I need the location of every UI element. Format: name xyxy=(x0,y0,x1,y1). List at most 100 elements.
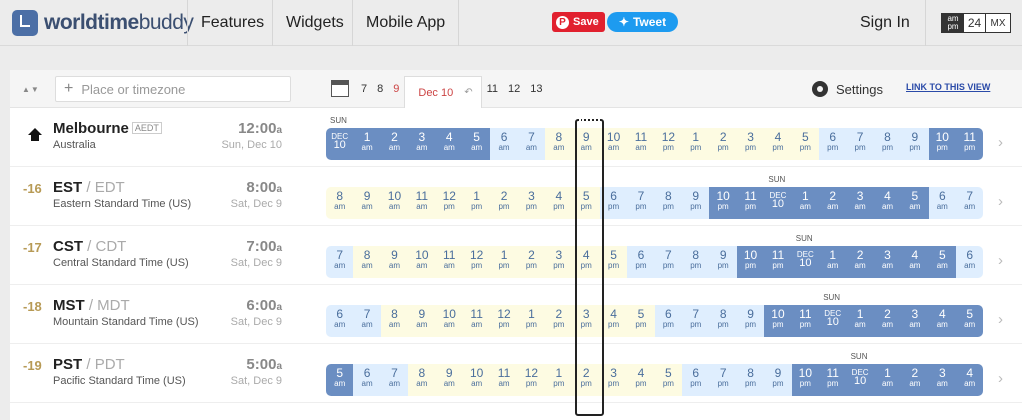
hour-cell[interactable]: 11 am xyxy=(408,187,436,219)
hour-cell[interactable]: 12 pm xyxy=(517,364,546,396)
home-icon[interactable] xyxy=(28,128,42,142)
hour-cell[interactable]: 12 pm xyxy=(435,187,463,219)
hour-cell[interactable]: 10 am xyxy=(599,128,628,160)
mx-format-button[interactable]: MX xyxy=(986,14,1010,32)
hour-cell[interactable]: 5 am xyxy=(462,128,491,160)
hour-cell[interactable]: 4 am xyxy=(435,128,463,160)
hour-cell[interactable]: 10 pm xyxy=(764,305,792,337)
hour-cell[interactable]: 3 pm xyxy=(572,305,600,337)
hour-cell[interactable]: DEC 10 xyxy=(819,305,847,337)
hour-cell[interactable]: 1 pm xyxy=(682,128,710,160)
city-name[interactable]: CST / CDT xyxy=(53,238,126,255)
hour-cell[interactable]: 7 am xyxy=(517,128,546,160)
chevron-right-icon[interactable]: › xyxy=(998,193,1003,210)
hour-cell[interactable]: 10 am xyxy=(380,187,409,219)
hour-cell[interactable]: 2 pm xyxy=(490,187,518,219)
hour-cell[interactable]: 11 am xyxy=(490,364,518,396)
chevron-right-icon[interactable]: › xyxy=(998,311,1003,328)
hour-cell[interactable]: 3 am xyxy=(901,305,929,337)
nav-widgets[interactable]: Widgets xyxy=(272,0,357,46)
city-name[interactable]: MST / MDT xyxy=(53,297,130,314)
hour-cell[interactable]: 11 pm xyxy=(791,305,820,337)
hour-cell[interactable]: 4 pm xyxy=(627,364,655,396)
hour-cell[interactable]: 6 am xyxy=(955,246,984,278)
hour-cell[interactable]: 2 am xyxy=(901,364,929,396)
hour-cell[interactable]: 9 am xyxy=(353,187,381,219)
hour-cell[interactable]: 11 am xyxy=(462,305,491,337)
hour-cell[interactable]: 2 pm xyxy=(572,364,600,396)
hour-cell[interactable]: 8 am xyxy=(545,128,573,160)
hour-cell[interactable]: 5 am xyxy=(326,364,354,396)
timezone-row[interactable]: -19 PST / PDT Pacific Standard Time (US) 5:… xyxy=(10,344,1022,403)
hour-cell[interactable]: 3 pm xyxy=(517,187,546,219)
hour-cell[interactable]: 8 pm xyxy=(682,246,710,278)
hour-cell[interactable]: 9 pm xyxy=(764,364,792,396)
hour-cell[interactable]: 5 pm xyxy=(627,305,655,337)
hour-cell[interactable]: 4 pm xyxy=(599,305,628,337)
hour-cell[interactable]: 9 pm xyxy=(736,305,765,337)
settings-button[interactable]: Settings xyxy=(812,70,883,108)
hour-cell[interactable]: 9 pm xyxy=(682,187,710,219)
hour-cell[interactable]: 2 pm xyxy=(517,246,546,278)
hour-cell[interactable]: 1 am xyxy=(791,187,820,219)
hour-cell[interactable]: 6 pm xyxy=(599,187,628,219)
hour-cell[interactable]: 10 am xyxy=(435,305,463,337)
timezone-row[interactable]: -16 EST / EDT Eastern Standard Time (US) 8:… xyxy=(10,167,1022,226)
hour-cell[interactable]: 1 pm xyxy=(462,187,491,219)
hour-cell[interactable]: 5 am xyxy=(901,187,929,219)
hour-cell[interactable]: 2 pm xyxy=(545,305,573,337)
hour-cell[interactable]: 7 am xyxy=(353,305,381,337)
hour-cell[interactable]: 3 am xyxy=(873,246,902,278)
hour-cell[interactable]: 6 pm xyxy=(819,128,847,160)
hour-cell[interactable]: DEC 10 xyxy=(791,246,820,278)
nav-features[interactable]: Features xyxy=(187,0,277,46)
date-12[interactable]: 12 xyxy=(503,83,525,95)
timezone-row[interactable]: -17 CST / CDT Central Standard Time (US) 7:… xyxy=(10,226,1022,285)
hour-cell[interactable]: 3 am xyxy=(846,187,874,219)
hour-cell[interactable]: 5 pm xyxy=(572,187,600,219)
city-name[interactable]: Melbourne AEDT xyxy=(53,120,162,137)
hour-cell[interactable]: 7 pm xyxy=(846,128,874,160)
hour-cell[interactable]: 1 pm xyxy=(517,305,546,337)
hour-cell[interactable]: 2 am xyxy=(873,305,902,337)
hour-cell[interactable]: 3 am xyxy=(928,364,956,396)
hour-cell[interactable]: 9 pm xyxy=(709,246,737,278)
hour-cell[interactable]: 10 pm xyxy=(709,187,737,219)
sort-arrows-icon[interactable]: ▲▼ xyxy=(22,85,40,94)
hour-cell[interactable]: 11 pm xyxy=(736,187,765,219)
hour-cell[interactable]: 2 am xyxy=(380,128,409,160)
24h-format-button[interactable]: 24 xyxy=(964,14,986,32)
date-9[interactable]: 9 xyxy=(388,83,404,95)
hour-cell[interactable]: DEC 10 xyxy=(846,364,874,396)
hour-cell[interactable]: 7 am xyxy=(955,187,984,219)
hour-cell[interactable]: 12 pm xyxy=(654,128,683,160)
hour-cell[interactable]: 7 am xyxy=(380,364,409,396)
hour-cell[interactable]: 9 am xyxy=(572,128,600,160)
hour-cell[interactable]: 9 am xyxy=(435,364,463,396)
hour-cell[interactable]: 10 am xyxy=(462,364,491,396)
hour-cell[interactable]: 3 pm xyxy=(736,128,765,160)
hour-cell[interactable]: 7 pm xyxy=(654,246,683,278)
hour-cell[interactable]: 8 am xyxy=(380,305,409,337)
hour-cell[interactable]: 3 pm xyxy=(545,246,573,278)
hour-cell[interactable]: 9 pm xyxy=(901,128,929,160)
hour-cell[interactable]: 3 am xyxy=(408,128,436,160)
hour-cell[interactable]: 6 pm xyxy=(654,305,683,337)
hour-cell[interactable]: 8 am xyxy=(353,246,381,278)
hour-cell[interactable]: 10 pm xyxy=(736,246,765,278)
city-name[interactable]: EST / EDT xyxy=(53,179,125,196)
chevron-right-icon[interactable]: › xyxy=(998,134,1003,151)
ampm-format-button[interactable]: am pm xyxy=(942,14,964,32)
tweet-button[interactable]: ✦ Tweet xyxy=(607,12,678,32)
hour-cell[interactable]: 5 pm xyxy=(791,128,820,160)
hour-cell[interactable]: 6 am xyxy=(326,305,354,337)
hour-cell[interactable]: 6 am xyxy=(928,187,956,219)
link-to-view[interactable]: LINK TO THIS VIEW xyxy=(906,82,990,92)
hour-cell[interactable]: 8 pm xyxy=(736,364,765,396)
date-11[interactable]: 11 xyxy=(482,83,503,95)
hour-cell[interactable]: 11 pm xyxy=(819,364,847,396)
hour-cell[interactable]: 12 pm xyxy=(490,305,518,337)
hour-cell[interactable]: 11 am xyxy=(435,246,463,278)
hour-cell[interactable]: 4 pm xyxy=(572,246,600,278)
hour-cell[interactable]: 5 pm xyxy=(654,364,683,396)
